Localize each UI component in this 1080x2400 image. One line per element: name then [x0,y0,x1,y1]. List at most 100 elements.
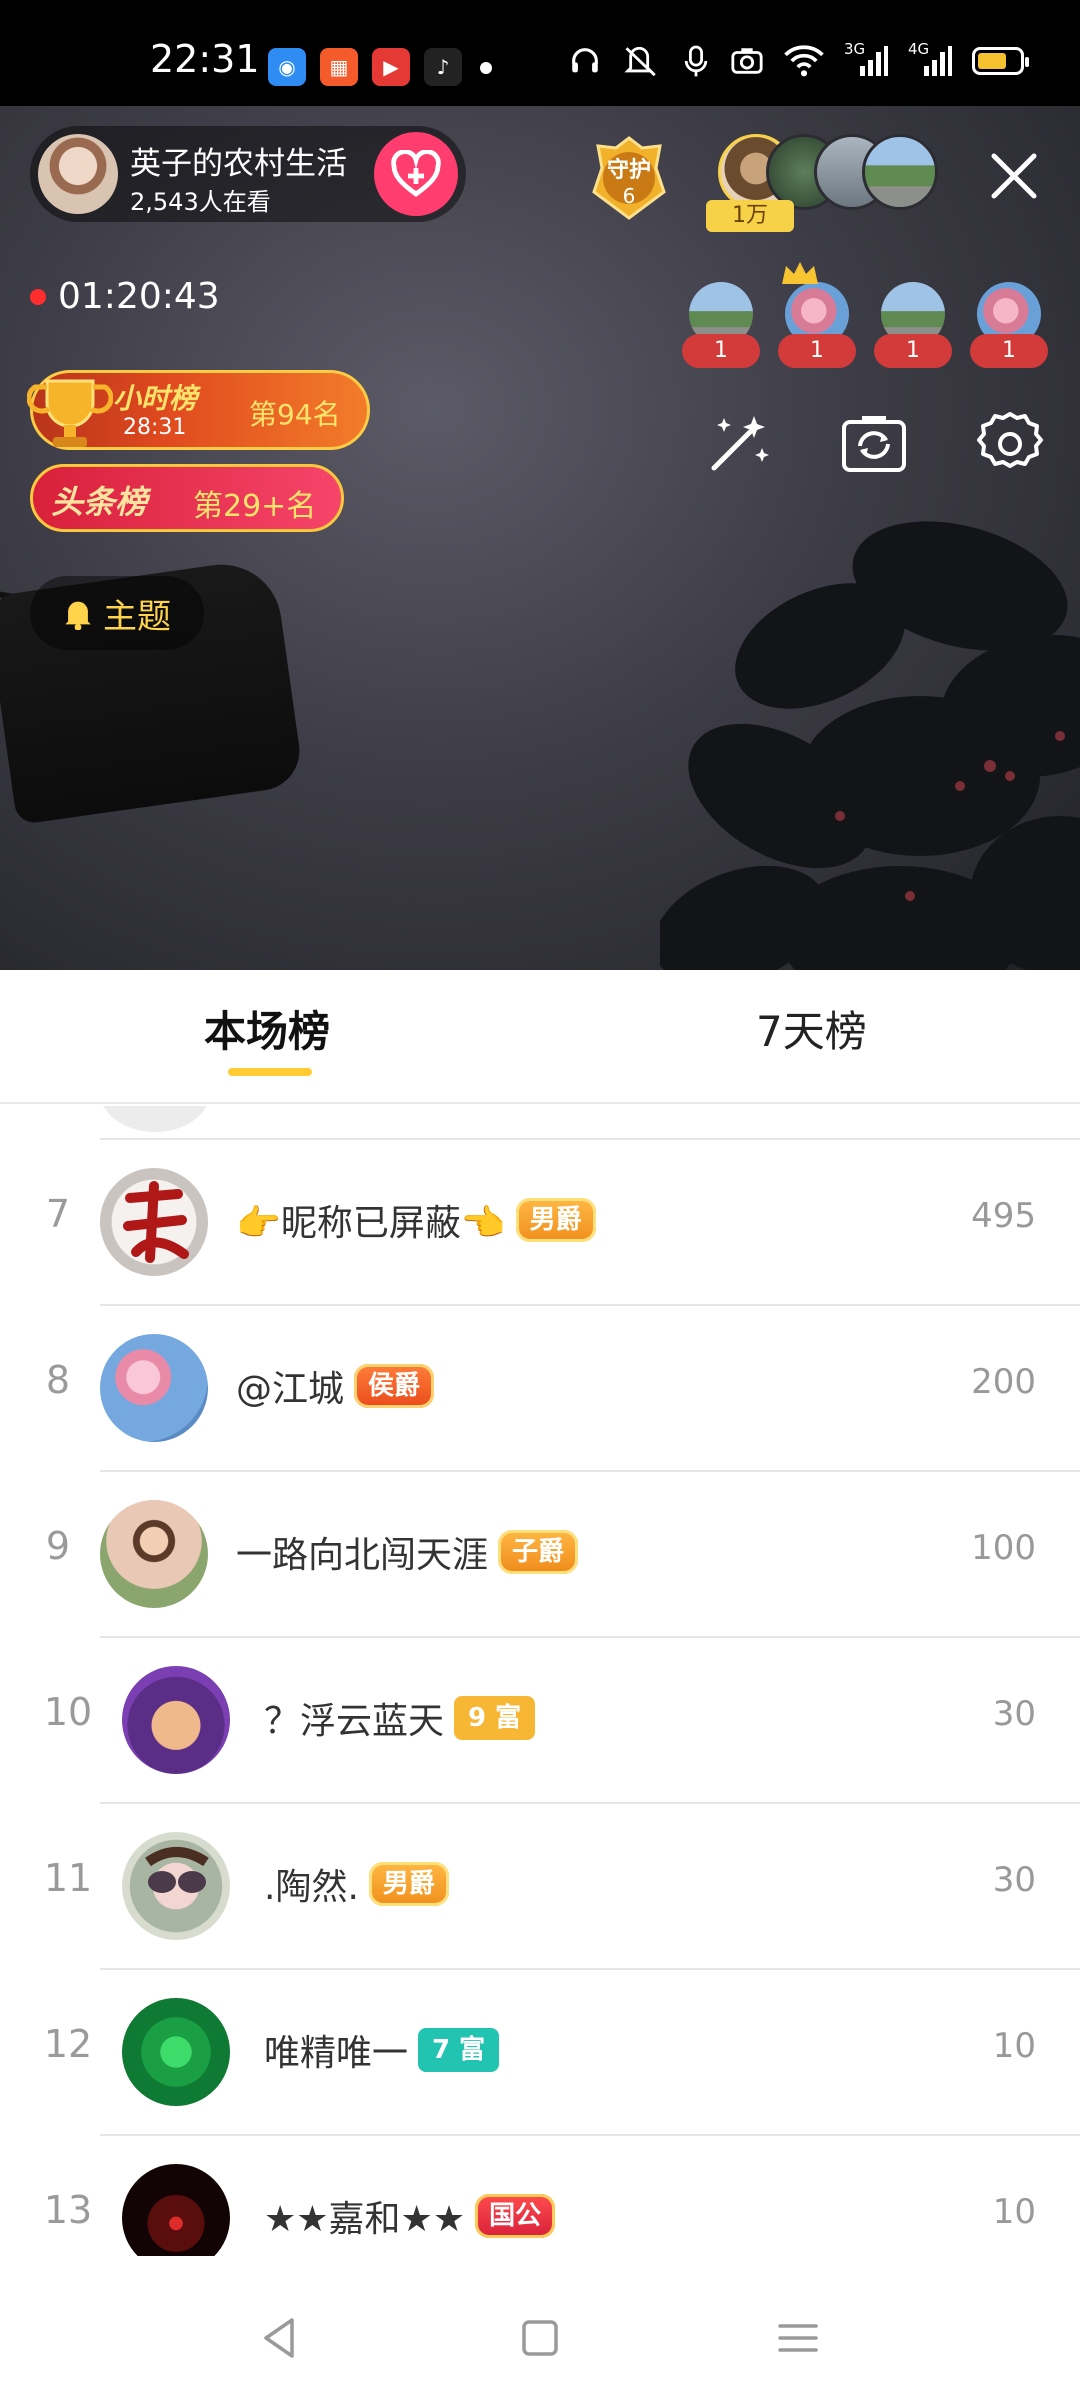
guard-count: 6 [622,184,636,208]
hour-rank-countdown: 28:31 [123,415,187,440]
grid-app-icon: ▦ [320,48,358,86]
live-indicator-dot [30,288,46,305]
crown-icon [782,262,818,284]
table-row[interactable]: 12 唯精唯一 7 富 10 [0,1970,1080,2134]
avatar[interactable] [122,1666,230,1774]
tab-seven-day[interactable]: 7天榜 [756,998,867,1059]
hour-rank-banner[interactable]: 小时榜 28:31 第94名 [27,370,370,450]
heart-plus-icon [391,150,441,197]
magic-wand-icon[interactable] [700,406,776,482]
gift-count: 1 [778,334,856,368]
table-row[interactable]: 7 👉昵称已屏蔽👈 男爵 495 [0,1140,1080,1304]
gift-senders[interactable]: 1 1 1 1 [682,262,1066,382]
camera-icon [731,48,763,74]
rank-badge: 男爵 [368,1862,449,1906]
battery-icon [972,47,1029,75]
guard-badge[interactable]: 守护 6 [584,134,674,224]
gift-count: 1 [874,334,952,368]
leaderboard-list[interactable]: 7 👉昵称已屏蔽👈 男爵 495 8 @江城 侯爵 200 9 一路向北闯天涯 … [0,1106,1080,2256]
user-name: ★★嘉和★★ 国公 [264,2190,556,2242]
avatar[interactable] [100,1334,208,1442]
hour-rank-position: 第94名 [249,398,341,431]
status-icons: 3G 4G [568,40,1029,78]
avatar[interactable] [122,1998,230,2106]
leaderboard-tabs: 本场榜 7天榜 [0,970,1080,1104]
mute-icon [624,46,656,77]
status-time: 22:31 [150,37,260,81]
table-row[interactable]: 13 ★★嘉和★★ 国公 10 [0,2136,1080,2256]
user-name: 唯精唯一 7 富 [264,2024,500,2076]
host-info[interactable]: 英子的农村生活 2,543人在看 [30,126,466,222]
gift-sender[interactable]: 1 [682,282,760,382]
host-avatar[interactable] [38,134,118,214]
rank-badge: 侯爵 [354,1364,435,1408]
gift-count: 1 [970,334,1048,368]
live-video[interactable]: 英子的农村生活 2,543人在看 守护 6 1万 01:20:43 1 1 1 … [0,106,1080,970]
home-icon[interactable] [512,2310,568,2366]
headline-rank-title: 头条榜 [51,483,148,521]
table-row[interactable]: 8 @江城 侯爵 200 [0,1306,1080,1470]
gift-sender[interactable]: 1 [970,282,1048,382]
trophy-icon [27,379,113,447]
contribution-score: 200 [971,1362,1036,1402]
avatar[interactable] [122,2164,230,2256]
user-name-text: @江城 [236,1369,345,1410]
partial-list-item [0,1106,1080,1138]
close-icon[interactable] [984,146,1044,206]
calligraphy-avatar-image [123,1181,189,1263]
status-bar: 22:31 ◉ ▦ ▶ ♪ 3G 4G [0,0,1080,106]
table-row[interactable]: 9 一路向北闯天涯 子爵 100 [0,1472,1080,1636]
host-name: 英子的农村生活 [130,146,347,182]
tabs-divider [0,1102,1080,1104]
browser-app-icon: ◉ [268,48,306,86]
rank-badge: 子爵 [498,1530,579,1574]
avatar[interactable] [122,1832,230,1940]
user-name: .陶然. 男爵 [264,1858,449,1910]
rank-badge: 9 富 [454,1696,536,1740]
rank-number: 10 [43,1690,93,1734]
back-icon[interactable] [252,2310,308,2366]
contributor-avatar[interactable] [862,134,938,210]
settings-icon[interactable] [972,406,1048,482]
hour-rank-title: 小时榜 [113,382,198,415]
contribution-score: 30 [992,1860,1036,1900]
avatar[interactable] [100,1168,208,1276]
tab-current-session[interactable]: 本场榜 [204,998,330,1059]
table-row[interactable]: 10 ？浮云蓝天 9 富 30 [0,1638,1080,1802]
table-row[interactable]: 11 .陶然. 男爵 30 [0,1804,1080,1968]
bell-icon [65,601,91,630]
rank-number: 8 [45,1358,71,1402]
topic-label: 主题 [103,596,171,637]
topic-button[interactable]: 主题 [30,576,204,650]
rank-number: 9 [45,1524,71,1568]
contribution-score: 495 [971,1196,1036,1236]
user-name-text: 一路向北闯天涯 [236,1535,489,1576]
user-name: 👉昵称已屏蔽👈 男爵 [236,1194,596,1246]
user-name: ？浮云蓝天 9 富 [264,1692,536,1744]
recent-apps-icon[interactable] [770,2310,826,2366]
contribution-score: 30 [992,1694,1036,1734]
rank-badge: 男爵 [515,1198,596,1242]
gift-sender[interactable]: 1 [778,262,856,382]
headline-rank-position: 第29+名 [193,489,317,524]
rank-number: 12 [43,2022,93,2066]
follow-button[interactable] [374,132,458,216]
plant-silhouette [660,521,1080,970]
top-contributors[interactable]: 1万 [706,134,948,232]
rank-number: 13 [43,2188,93,2232]
rank-badge: 7 富 [418,2028,500,2072]
leaderboard-panel: 本场榜 7天榜 7 👉昵称已屏蔽👈 男爵 495 8 @江城 侯爵 200 9 … [0,970,1080,2400]
rank-badge: 国公 [475,2194,556,2238]
tiktok-app-icon: ♪ [424,48,462,86]
system-nav-bar [0,2270,1080,2400]
gift-sender[interactable]: 1 [874,282,952,382]
avatar[interactable] [100,1500,208,1608]
active-tab-indicator [228,1068,312,1076]
video-tools [700,406,1060,486]
user-name-text: .陶然. [264,1867,359,1908]
headline-rank-banner[interactable]: 头条榜 第29+名 [30,464,344,532]
rank-number: 11 [43,1856,93,1900]
signal-4g-icon: 4G [908,40,952,78]
viewer-count: 2,543人在看 [130,188,271,216]
flip-camera-icon[interactable] [836,406,912,482]
